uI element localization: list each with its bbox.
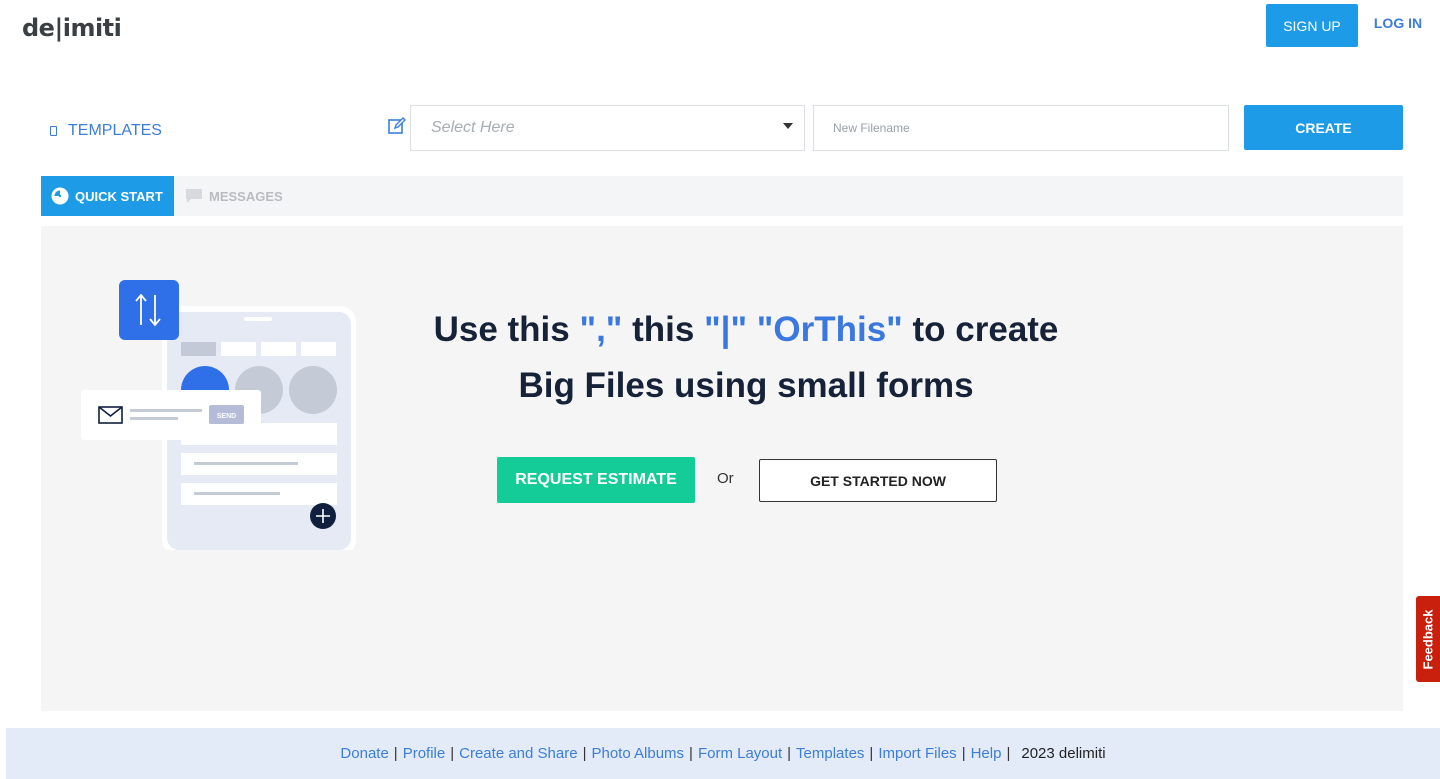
tab-messages-label: MESSAGES	[209, 188, 283, 204]
or-label: Or	[717, 470, 734, 487]
footer-link-import-files[interactable]: Import Files	[878, 745, 956, 762]
tabs-bar: QUICK START MESSAGES	[41, 176, 1403, 216]
edit-icon[interactable]	[388, 117, 406, 135]
sign-up-button[interactable]: SIGN UP	[1266, 4, 1358, 47]
footer-separator: |	[869, 745, 874, 762]
footer-separator: |	[787, 745, 792, 762]
phone-illustration: SEND	[81, 280, 356, 550]
footer-link-profile[interactable]: Profile	[403, 745, 446, 762]
new-filename-input[interactable]	[813, 105, 1229, 151]
hero-text: this	[622, 310, 705, 349]
footer-link-photo-albums[interactable]: Photo Albums	[591, 745, 684, 762]
footer-separator: |	[1006, 745, 1011, 762]
chat-icon	[185, 188, 203, 204]
footer-link-form-layout[interactable]: Form Layout	[698, 745, 782, 762]
request-estimate-button[interactable]: REQUEST ESTIMATE	[497, 457, 695, 503]
footer-link-donate[interactable]: Donate	[340, 745, 388, 762]
templates-link[interactable]: TEMPLATES	[50, 122, 162, 140]
hero-highlight: "OrThis"	[756, 310, 903, 349]
hero-highlight: "|"	[704, 310, 748, 349]
hero-headline: Use this "," this "|" "OrThis" to create…	[371, 302, 1121, 414]
caret-down-icon	[783, 123, 793, 129]
template-select[interactable]: Select Here	[410, 105, 805, 151]
hero-text: Use this	[433, 310, 580, 349]
logo[interactable]: de|imiti	[22, 14, 122, 42]
clock-icon	[51, 187, 69, 205]
hero-highlight: ","	[579, 310, 623, 349]
footer-link-templates[interactable]: Templates	[796, 745, 864, 762]
footer: Donate | Profile | Create and Share | Photo…	[6, 728, 1440, 779]
quick-start-panel: SEND Use this "," this "|" "OrThis" to c…	[41, 226, 1403, 711]
footer-separator: |	[450, 745, 455, 762]
get-started-button[interactable]: GET STARTED NOW	[759, 459, 997, 502]
footer-separator: |	[393, 745, 398, 762]
feedback-tab[interactable]: Feedback	[1416, 596, 1440, 682]
hero-text: to create	[902, 310, 1059, 349]
hero-text	[747, 310, 757, 349]
footer-link-help[interactable]: Help	[971, 745, 1002, 762]
hero-line-1: Use this "," this "|" "OrThis" to create	[371, 302, 1121, 358]
log-in-link[interactable]: LOG IN	[1368, 14, 1428, 32]
footer-separator: |	[689, 745, 693, 762]
footer-separator: |	[961, 745, 966, 762]
send-label: SEND	[217, 413, 236, 420]
footer-separator: |	[582, 745, 587, 762]
tab-quick-start-label: QUICK START	[75, 188, 163, 204]
page: de|imiti SIGN UP LOG IN TEMPLATES Select…	[0, 0, 1440, 779]
footer-copyright: 2023 delimiti	[1021, 745, 1106, 762]
create-button[interactable]: CREATE	[1244, 105, 1403, 150]
hero-line-2: Big Files using small forms	[518, 366, 974, 405]
tab-messages[interactable]: MESSAGES	[185, 176, 305, 216]
tab-quick-start[interactable]: QUICK START	[41, 176, 174, 216]
templates-icon	[50, 126, 57, 136]
feedback-label: Feedback	[1420, 609, 1436, 669]
templates-label: TEMPLATES	[68, 122, 162, 139]
template-select-placeholder: Select Here	[431, 119, 515, 136]
footer-link-create-and-share[interactable]: Create and Share	[459, 745, 577, 762]
